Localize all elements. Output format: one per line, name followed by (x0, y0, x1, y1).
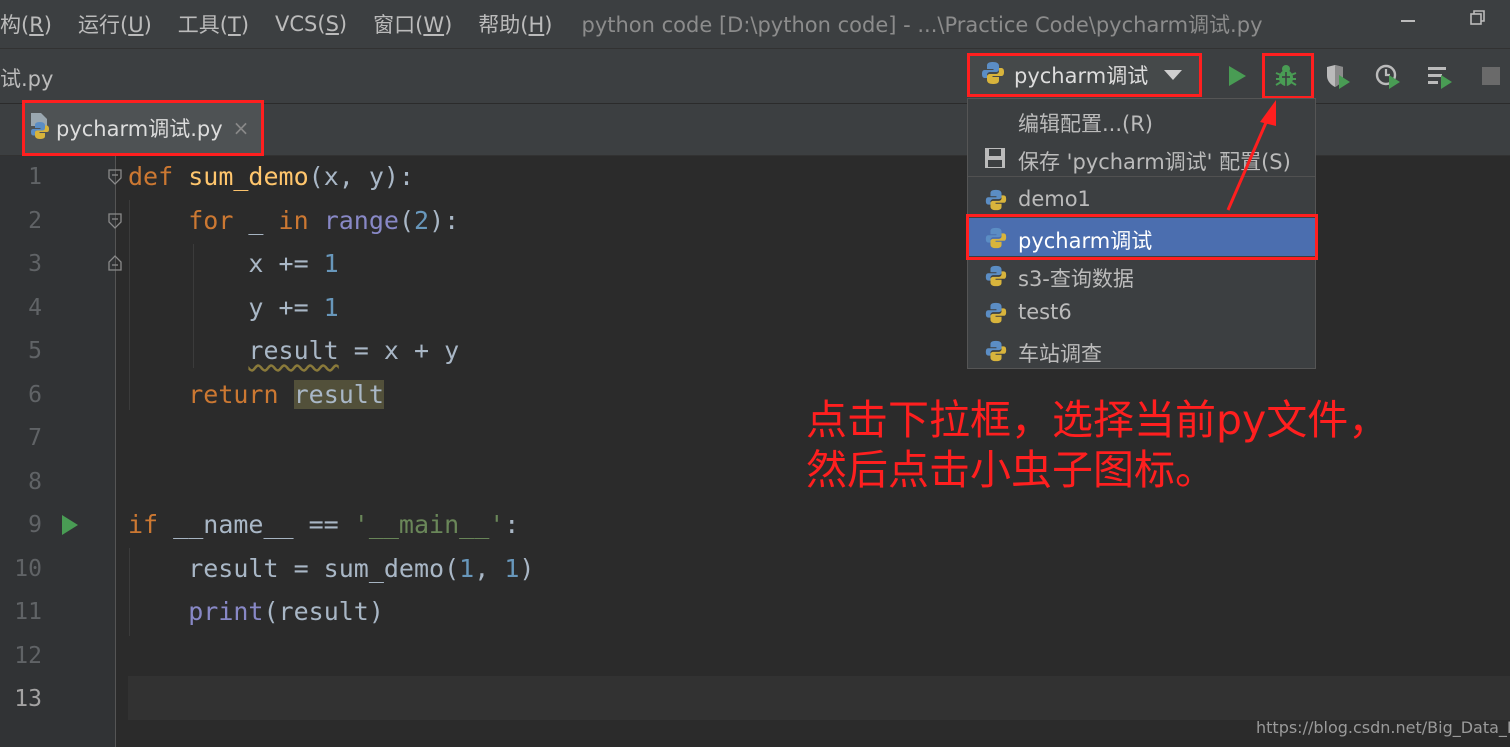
annotation-line-1: 点击下拉框，选择当前py文件， (806, 396, 1390, 444)
annotation-line-2: 然后点击小虫子图标。 (806, 446, 1216, 494)
watermark: https://blog.csdn.net/Big_Data_Kai (1256, 718, 1510, 737)
annotation-arrow (1226, 100, 1276, 211)
annotation-text: 点击下拉框，选择当前py文件， 然后点击小虫子图标。 (806, 395, 1389, 495)
